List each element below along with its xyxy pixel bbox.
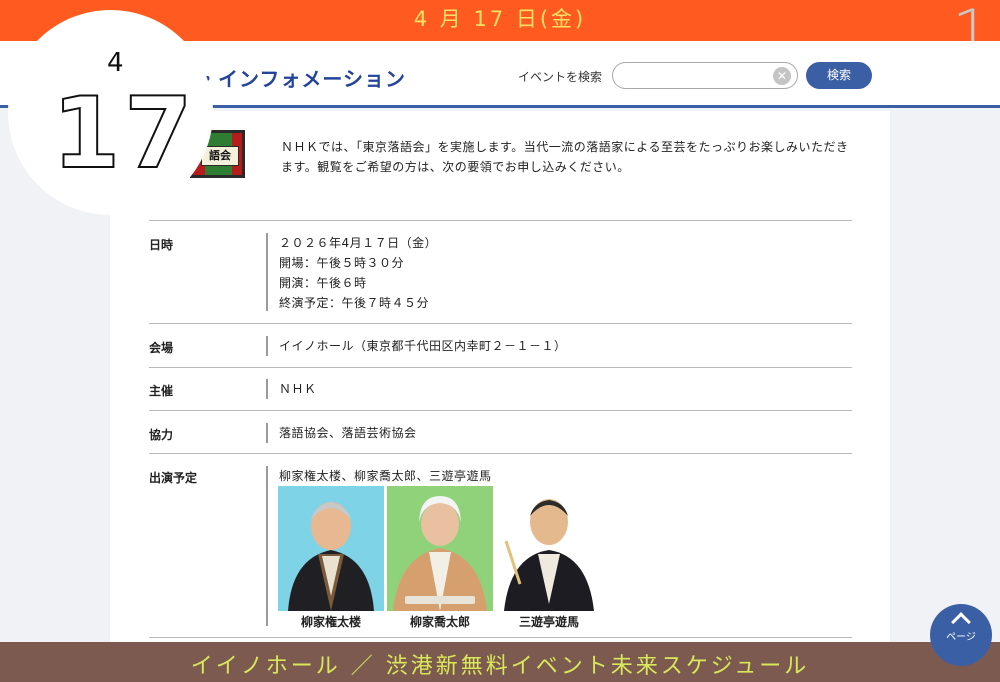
performer-photo <box>496 486 602 611</box>
datetime-open: 開場：午後５時３０分 <box>279 256 405 270</box>
performer-name: 三遊亭遊馬 <box>518 615 579 629</box>
search-label: イベントを検索 <box>518 70 603 84</box>
logo-text: 語会 <box>201 146 239 166</box>
table-divider <box>149 367 852 368</box>
performer-name: 柳家権太楼 <box>300 615 361 629</box>
search-button[interactable]: 検索 <box>806 62 872 89</box>
table-divider <box>149 453 852 454</box>
row-divider-bar <box>266 423 268 443</box>
performers-label: 出演予定 <box>149 471 198 485</box>
intro-text: ＮＨＫでは、「東京落語会」を実施します。当代一流の落語家による至芸をたっぷりお楽… <box>281 140 849 174</box>
datetime-start: 開演：午後６時 <box>279 276 367 290</box>
page-top-label: ページ <box>946 632 976 643</box>
performers-summary: 柳家権太楼、柳家喬太郎、三遊亭遊馬 <box>279 469 492 483</box>
clear-search-icon[interactable]: ✕ <box>773 67 791 85</box>
performer-photo <box>387 486 493 611</box>
venue-value: イイノホール（東京都千代田区内幸町２－１－１） <box>279 339 567 353</box>
datetime-end: 終演予定：午後７時４５分 <box>279 296 430 310</box>
table-divider <box>149 323 852 324</box>
datetime-date: ２０２６年4月１７日（金） <box>279 236 438 250</box>
circle-day: 17 <box>51 77 197 191</box>
bottom-bar-text: イイノホール ／ 渋港新無料イベント未来スケジュール <box>190 654 810 679</box>
performer-photo <box>278 486 384 611</box>
datetime-label: 日時 <box>149 238 174 252</box>
cooperation-label: 協力 <box>149 428 174 442</box>
table-divider <box>149 410 852 411</box>
circle-month: 4 <box>107 48 124 78</box>
table-divider <box>149 637 852 638</box>
performer-name: 柳家喬太郎 <box>409 615 470 629</box>
organizer-label: 主催 <box>149 384 174 398</box>
row-divider-bar <box>266 233 268 311</box>
row-divider-bar <box>266 379 268 399</box>
search-input[interactable] <box>612 62 798 89</box>
date-circle: 4 17 <box>8 10 213 215</box>
cooperation-value: 落語協会、落語芸術協会 <box>279 426 417 440</box>
datetime-value: ２０２６年4月１７日（金） 開場：午後５時３０分 開演：午後６時 終演予定：午後… <box>279 233 437 313</box>
table-divider <box>149 220 852 221</box>
page-top-button[interactable]: ページ <box>930 604 992 666</box>
row-divider-bar <box>266 466 268 626</box>
bottom-bar: イイノホール ／ 渋港新無料イベント未来スケジュール <box>0 642 1000 682</box>
organizer-value: ＮＨＫ <box>279 382 317 396</box>
row-divider-bar <box>266 336 268 356</box>
venue-label: 会場 <box>149 341 174 355</box>
page-title: ・インフォメーション <box>197 67 406 91</box>
